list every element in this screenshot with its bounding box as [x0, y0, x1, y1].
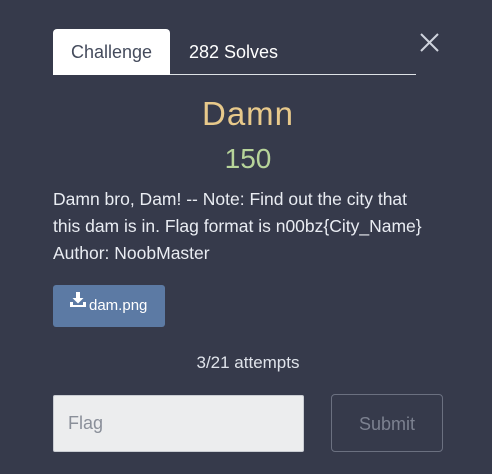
description-line: this dam is in. Flag format is n00bz{Cit…: [53, 216, 422, 236]
obscured-background-header: [0, 0, 492, 10]
challenge-title: Damn: [201, 95, 295, 132]
file-download-button[interactable]: dam.png: [53, 285, 165, 327]
tab-challenge[interactable]: Challenge: [53, 29, 170, 75]
file-name: dam.png: [89, 297, 148, 314]
challenge-description: Damn bro, Dam! -- Note: Find out the cit…: [53, 186, 443, 267]
flag-input[interactable]: [53, 395, 304, 452]
submit-button[interactable]: Submit: [331, 394, 443, 452]
modal-tabs: Challenge 282 Solves: [53, 29, 416, 75]
download-icon: [69, 283, 87, 325]
tab-solves[interactable]: 282 Solves: [189, 29, 278, 75]
attempts-counter: 3/21 attempts: [196, 353, 300, 372]
challenge-modal: Challenge 282 Solves Damn 150 Damn bro, …: [0, 0, 492, 474]
close-x-icon: [420, 33, 439, 52]
description-line: Damn bro, Dam! -- Note: Find out the cit…: [53, 189, 408, 209]
description-author: Author: NoobMaster: [53, 243, 210, 263]
close-button[interactable]: [416, 30, 442, 56]
challenge-points: 150: [224, 143, 272, 174]
